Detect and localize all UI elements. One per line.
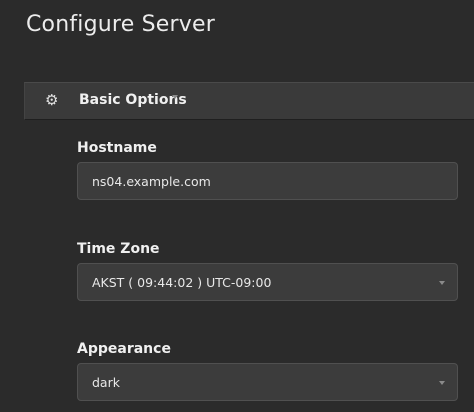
appearance-select[interactable]: dark xyxy=(77,363,458,401)
page-title: Configure Server xyxy=(26,12,215,37)
timezone-label: Time Zone xyxy=(77,241,160,257)
appearance-label: Appearance xyxy=(77,341,171,357)
hostname-label: Hostname xyxy=(77,140,157,156)
hostname-value: ns04.example.com xyxy=(92,174,211,189)
chevron-down-icon xyxy=(439,381,445,385)
hostname-input[interactable]: ns04.example.com xyxy=(77,162,458,200)
timezone-select[interactable]: AKST ( 09:44:02 ) UTC-09:00 xyxy=(77,263,458,301)
section-label: Basic Options xyxy=(79,92,187,108)
timezone-value: AKST ( 09:44:02 ) UTC-09:00 xyxy=(92,275,272,290)
basic-options-toggle[interactable]: ⚙ Basic Options xyxy=(24,82,474,120)
gear-icon: ⚙ xyxy=(45,91,59,109)
appearance-value: dark xyxy=(92,375,120,390)
configure-server-page: Configure Server ⚙ Basic Options Hostnam… xyxy=(0,0,474,412)
chevron-down-icon xyxy=(172,95,178,99)
chevron-down-icon xyxy=(439,281,445,285)
